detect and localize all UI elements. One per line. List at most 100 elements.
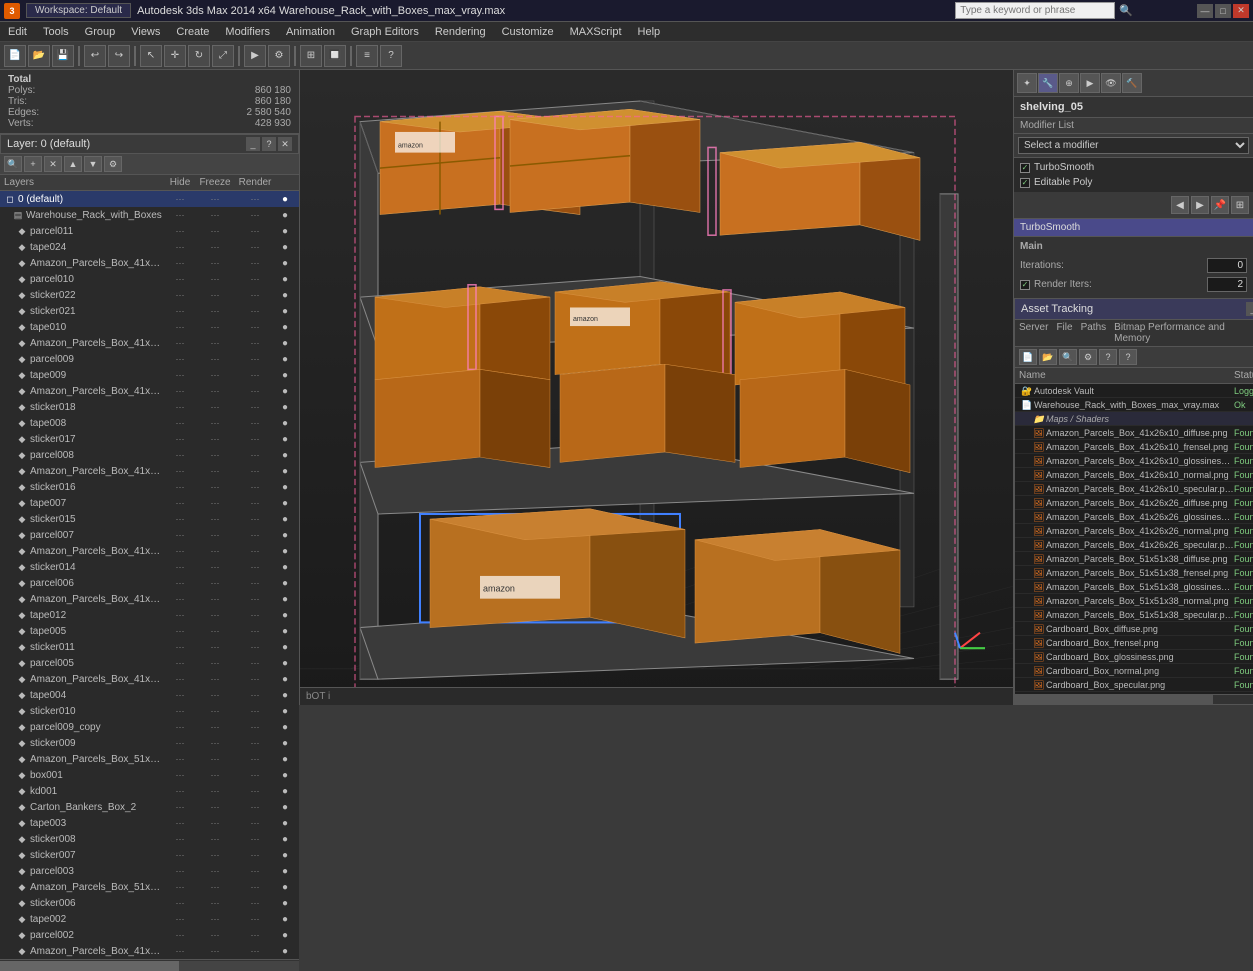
asset-row[interactable]: 🖼 Amazon_Parcels_Box_41x26x10_diffuse.pn…	[1015, 426, 1253, 440]
layer-item[interactable]: ◆ Amazon_Parcels_Box_41x26x26_2 ··· ··· …	[0, 255, 299, 271]
edpoly-checkbox[interactable]: ✓	[1020, 178, 1030, 188]
layer-item[interactable]: ◆ sticker010 ··· ··· ··· ●	[0, 703, 299, 719]
mod-nav-left[interactable]: ◀	[1171, 196, 1189, 214]
new-button[interactable]: 📄	[4, 45, 26, 67]
hierarchy-button[interactable]: ⊕	[1059, 73, 1079, 93]
layer-item[interactable]: ◆ sticker008 ··· ··· ··· ●	[0, 831, 299, 847]
asset-row[interactable]: 📁 Maps / Shaders	[1015, 412, 1253, 426]
layer-item[interactable]: ◆ sticker022 ··· ··· ··· ●	[0, 287, 299, 303]
asset-menu-server[interactable]: Server	[1019, 322, 1048, 344]
layer-item[interactable]: ◆ parcel003 ··· ··· ··· ●	[0, 863, 299, 879]
undo-button[interactable]: ↩	[84, 45, 106, 67]
menu-help[interactable]: Help	[634, 24, 665, 40]
menu-animation[interactable]: Animation	[282, 24, 339, 40]
asset-hscrollbar[interactable]	[1015, 694, 1253, 704]
layer-item[interactable]: ◆ sticker021 ··· ··· ··· ●	[0, 303, 299, 319]
search-icon[interactable]: 🔍	[1119, 4, 1133, 17]
move-button[interactable]: ✛	[164, 45, 186, 67]
asset-row[interactable]: 🖼 Cardboard_Box_frensel.png Found	[1015, 636, 1253, 650]
mod-pin-stack[interactable]: 📌	[1211, 196, 1229, 214]
layer-item[interactable]: ◆ parcel005 ··· ··· ··· ●	[0, 655, 299, 671]
menu-tools[interactable]: Tools	[39, 24, 73, 40]
asset-menu-bitmap[interactable]: Bitmap Performance and Memory	[1114, 322, 1251, 344]
asset-row[interactable]: 🖼 Cardboard_Box_normal.png Found	[1015, 664, 1253, 678]
layer-item[interactable]: ◆ tape010 ··· ··· ··· ●	[0, 319, 299, 335]
layer-item[interactable]: ◆ tape024 ··· ··· ··· ●	[0, 239, 299, 255]
asset-row[interactable]: 🖼 Amazon_Parcels_Box_51x51x38_normal.png…	[1015, 594, 1253, 608]
modify-button[interactable]: 🔧	[1038, 73, 1058, 93]
open-button[interactable]: 📂	[28, 45, 50, 67]
menu-maxscript[interactable]: MAXScript	[566, 24, 626, 40]
iterations-input[interactable]	[1207, 258, 1247, 273]
layer-item[interactable]: ◆ sticker014 ··· ··· ··· ●	[0, 559, 299, 575]
asset-minimize-button[interactable]: _	[1246, 302, 1253, 316]
scale-button[interactable]: ⤢	[212, 45, 234, 67]
layer-item[interactable]: ◆ tape008 ··· ··· ··· ●	[0, 415, 299, 431]
asset-row[interactable]: 🖼 Cardboard_Box_diffuse.png Found	[1015, 622, 1253, 636]
workspace-button[interactable]: Workspace: Default	[26, 3, 131, 18]
layer-item[interactable]: ◆ parcel009 ··· ··· ··· ●	[0, 351, 299, 367]
layer-move-up-button[interactable]: ▲	[64, 156, 82, 172]
layer-item[interactable]: ◆ parcel002 ··· ··· ··· ●	[0, 927, 299, 943]
asset-row[interactable]: 🖼 Amazon_Parcels_Box_41x26x26_specular.p…	[1015, 538, 1253, 552]
layer-item[interactable]: ▤ Warehouse_Rack_with_Boxes ··· ··· ··· …	[0, 207, 299, 223]
layer-item[interactable]: ◆ sticker015 ··· ··· ··· ●	[0, 511, 299, 527]
save-button[interactable]: 💾	[52, 45, 74, 67]
layer-item[interactable]: ◆ tape009 ··· ··· ··· ●	[0, 367, 299, 383]
menu-create[interactable]: Create	[172, 24, 213, 40]
helpers-button[interactable]: ?	[380, 45, 402, 67]
layer-panel-close[interactable]: ✕	[278, 137, 292, 151]
modifier-turbosmoothitem[interactable]: ✓ TurboSmooth	[1016, 160, 1251, 175]
mod-show-end[interactable]: ⊞	[1231, 196, 1249, 214]
layer-add-button[interactable]: +	[24, 156, 42, 172]
layer-item[interactable]: ◆ Carton_Bankers_Box_2 ··· ··· ··· ●	[0, 799, 299, 815]
asset-tool-2[interactable]: 📂	[1039, 349, 1057, 365]
layer-item[interactable]: ◆ Amazon_Parcels_Box_41x26x10_3 ··· ··· …	[0, 671, 299, 687]
snap-button[interactable]: 🔲	[324, 45, 346, 67]
redo-button[interactable]: ↪	[108, 45, 130, 67]
asset-row[interactable]: 🖼 Amazon_Parcels_Box_41x26x26_glossiness…	[1015, 510, 1253, 524]
layer-item[interactable]: ◆ box001 ··· ··· ··· ●	[0, 767, 299, 783]
layer-item[interactable]: ◆ parcel007 ··· ··· ··· ●	[0, 527, 299, 543]
menu-graph-editors[interactable]: Graph Editors	[347, 24, 423, 40]
motion-button[interactable]: ▶	[1080, 73, 1100, 93]
asset-row[interactable]: 🖼 Amazon_Parcels_Box_51x51x38_diffuse.pn…	[1015, 552, 1253, 566]
layer-item[interactable]: ◆ Amazon_Parcels_Box_41x26x10_6 ··· ··· …	[0, 943, 299, 959]
layer-item[interactable]: ◆ Amazon_Parcels_Box_41x26x26_1 ··· ··· …	[0, 335, 299, 351]
asset-row[interactable]: 🖼 Amazon_Parcels_Box_51x51x38_specular.p…	[1015, 608, 1253, 622]
layer-hscrollbar[interactable]	[0, 959, 299, 971]
asset-row[interactable]: 🖼 Amazon_Parcels_Box_41x26x10_glossiness…	[1015, 454, 1253, 468]
asset-row[interactable]: 🖼 Amazon_Parcels_Box_51x51x38_glossiness…	[1015, 580, 1253, 594]
turbos-checkbox[interactable]: ✓	[1020, 163, 1030, 173]
layer-item[interactable]: ◆ parcel006 ··· ··· ··· ●	[0, 575, 299, 591]
asset-row[interactable]: 🖼 Cardboard_Box_specular.png Found	[1015, 678, 1253, 692]
asset-tool-4[interactable]: ⚙	[1079, 349, 1097, 365]
layer-panel-minimize[interactable]: _	[246, 137, 260, 151]
layer-item[interactable]: ◆ kd001 ··· ··· ··· ●	[0, 783, 299, 799]
layer-item[interactable]: ◆ sticker016 ··· ··· ··· ●	[0, 479, 299, 495]
viewport-3d[interactable]: [+] [Perspective] [Shaded + Edged Faces]	[300, 70, 1013, 705]
asset-row[interactable]: 🔐 Autodesk Vault Logged O	[1015, 384, 1253, 398]
layer-item[interactable]: ◆ Amazon_Parcels_Box_51x51x38_2 ··· ··· …	[0, 751, 299, 767]
asset-row[interactable]: 🖼 Amazon_Parcels_Box_41x26x26_normal.png…	[1015, 524, 1253, 538]
layer-item[interactable]: ◆ parcel009_copy ··· ··· ··· ●	[0, 719, 299, 735]
layers-button[interactable]: ≡	[356, 45, 378, 67]
layer-item[interactable]: ◻ 0 (default) ··· ··· ··· ●	[0, 191, 299, 207]
layer-item[interactable]: ◆ tape005 ··· ··· ··· ●	[0, 623, 299, 639]
display-button[interactable]: 👁	[1101, 73, 1121, 93]
render-setup-button[interactable]: ⚙	[268, 45, 290, 67]
asset-table[interactable]: 🔐 Autodesk Vault Logged O 📄 Warehouse_Ra…	[1015, 384, 1253, 694]
layer-item[interactable]: ◆ parcel010 ··· ··· ··· ●	[0, 271, 299, 287]
layer-item[interactable]: ◆ sticker009 ··· ··· ··· ●	[0, 735, 299, 751]
asset-row[interactable]: 🖼 Cardboard_Box_glossiness.png Found	[1015, 650, 1253, 664]
layer-item[interactable]: ◆ Amazon_Parcels_Box_41x26x10_2 ··· ··· …	[0, 383, 299, 399]
asset-tool-1[interactable]: 📄	[1019, 349, 1037, 365]
close-button[interactable]: ✕	[1233, 4, 1249, 18]
renderiters-input[interactable]	[1207, 277, 1247, 292]
asset-help2-button[interactable]: ?	[1119, 349, 1137, 365]
maximize-button[interactable]: □	[1215, 4, 1231, 18]
menu-customize[interactable]: Customize	[498, 24, 558, 40]
asset-row[interactable]: 🖼 Amazon_Parcels_Box_41x26x10_frensel.pn…	[1015, 440, 1253, 454]
layer-item[interactable]: ◆ parcel008 ··· ··· ··· ●	[0, 447, 299, 463]
layer-item[interactable]: ◆ tape003 ··· ··· ··· ●	[0, 815, 299, 831]
